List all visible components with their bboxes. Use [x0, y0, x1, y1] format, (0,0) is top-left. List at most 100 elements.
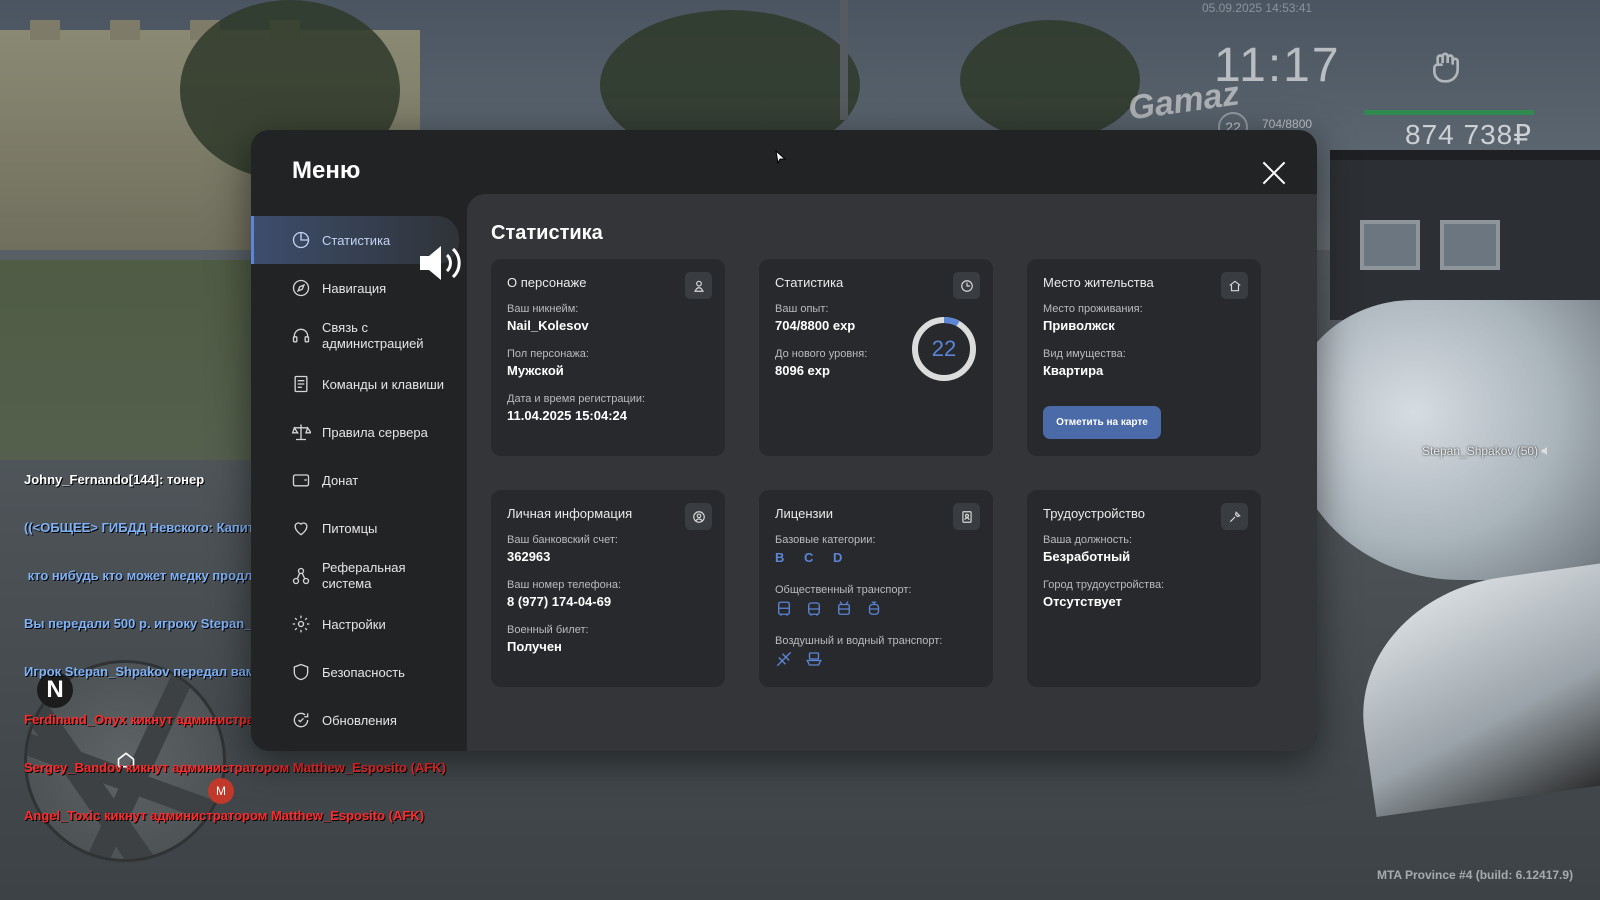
nickname-label: Ваш никнейм:: [507, 303, 579, 315]
sidebar-item-security[interactable]: Безопасность: [251, 648, 467, 696]
residence-place-label: Место проживания:: [1043, 303, 1143, 315]
street-lamp: [840, 0, 848, 120]
fist-weapon-icon: [1426, 48, 1466, 88]
gender-label: Пол персонажа:: [507, 348, 589, 360]
document-icon: [291, 374, 311, 394]
hud-datetime: 05.09.2025 14:53:41: [1202, 1, 1313, 15]
house-icon: [1221, 272, 1248, 299]
level-number: 22: [931, 336, 957, 361]
exp-value: 704/8800 exp: [775, 318, 856, 333]
air-water-transport-label: Воздушный и водный транспорт:: [775, 635, 943, 647]
scales-icon: [291, 422, 313, 442]
card-title: Место жительства: [1043, 275, 1154, 290]
wall-crenel: [30, 20, 60, 40]
menu-title: Меню: [292, 157, 361, 184]
person-icon: [685, 272, 712, 299]
card-licenses: Лицензии Базовые категории: B C D Общест…: [759, 490, 993, 687]
card-employment: Трудоустройство Ваша должность: Безработ…: [1027, 490, 1261, 687]
sidebar-item-admin-contact[interactable]: Связь с администрацией: [251, 312, 467, 360]
military-label: Военный билет:: [507, 624, 589, 636]
phone-value: 8 (977) 174-04-69: [507, 594, 612, 609]
property-type-value: Квартира: [1043, 363, 1104, 378]
menu-modal: Меню Статистика Навигация Связь с админи…: [251, 130, 1317, 751]
base-categories-label: Базовые категории:: [775, 534, 876, 546]
user-circle-icon: [685, 503, 712, 530]
card-title: Статистика: [775, 275, 844, 290]
refresh-icon: [291, 710, 311, 730]
sidebar-item-label: Реферальная система: [322, 560, 406, 591]
bank-account-value: 362963: [507, 549, 551, 564]
chat-line: Sergey_Bandov кикнут администратором Mat…: [24, 760, 446, 775]
house: [1330, 150, 1600, 320]
residence-place-value: Приволжск: [1043, 318, 1115, 333]
card-title: Трудоустройство: [1043, 506, 1146, 521]
registration-value: 11.04.2025 15:04:24: [507, 408, 627, 423]
headset-icon: [291, 326, 311, 346]
card-title: О персонаже: [507, 275, 587, 290]
license-card-icon: [953, 503, 980, 530]
nickname-value: Nail_Kolesov: [507, 318, 589, 333]
sidebar-item-commands[interactable]: Команды и клавиши: [251, 360, 467, 408]
close-button[interactable]: [1259, 158, 1289, 188]
air-water-transport-icons: [775, 650, 823, 668]
card-title: Личная информация: [507, 506, 633, 521]
sidebar-item-label: Питомцы: [322, 520, 378, 536]
sidebar-item-donate[interactable]: Донат: [251, 456, 467, 504]
sidebar-item-label: Донат: [322, 472, 359, 488]
base-categories-value: B C D: [775, 550, 851, 565]
phone-label: Ваш номер телефона:: [507, 579, 622, 591]
registration-label: Дата и время регистрации:: [507, 393, 646, 405]
wallet-icon: [291, 470, 311, 490]
gender-value: Мужской: [507, 363, 564, 378]
card-personal-info: Личная информация Ваш банковский счет: 3…: [491, 490, 725, 687]
sidebar-item-label: Команды и клавиши: [322, 376, 445, 392]
mark-on-map-button[interactable]: Отметить на карте: [1043, 406, 1161, 439]
mouse-cursor-icon: [775, 150, 787, 164]
menu-sidebar: Статистика Навигация Связь с администрац…: [251, 216, 467, 744]
content-title: Статистика: [491, 222, 603, 244]
heart-icon: [291, 518, 311, 538]
sidebar-item-label: Правила сервера: [322, 424, 428, 440]
tools-icon: [1221, 503, 1248, 530]
compass-icon: [291, 278, 311, 298]
boat-icon: [805, 650, 823, 668]
chat-line: Angel_Toxic кикнут администратором Matth…: [24, 808, 425, 823]
property-type-label: Вид имущества:: [1043, 348, 1126, 360]
card-title: Лицензии: [775, 506, 833, 521]
trolleybus-icon: [835, 600, 853, 618]
sidebar-item-updates[interactable]: Обновления: [251, 696, 467, 744]
house-window: [1440, 220, 1500, 270]
tree: [960, 20, 1140, 140]
voice-chat-speaker-icon: [416, 238, 466, 288]
sidebar-item-pets[interactable]: Питомцы: [251, 504, 467, 552]
sidebar-item-label: Навигация: [322, 280, 387, 296]
hud-exp: 704/8800: [1262, 117, 1313, 131]
bank-account-label: Ваш банковский счет:: [507, 534, 618, 546]
public-transport-label: Общественный транспорт:: [775, 584, 912, 596]
clock-chart-icon: [953, 272, 980, 299]
job-city-label: Город трудоустройства:: [1043, 579, 1165, 591]
minibus-icon: [805, 600, 823, 618]
sidebar-item-referral[interactable]: Реферальная система: [251, 552, 467, 600]
sidebar-item-settings[interactable]: Настройки: [251, 600, 467, 648]
referral-icon: [291, 566, 311, 586]
wall-crenel: [110, 20, 140, 40]
position-label: Ваша должность:: [1043, 534, 1133, 546]
gear-icon: [291, 614, 311, 634]
pie-chart-icon: [291, 230, 311, 250]
next-level-value: 8096 exp: [775, 363, 830, 378]
build-info: MTA Province #4 (build: 6.12417.9): [1377, 868, 1574, 882]
job-city-value: Отсутствует: [1043, 594, 1122, 609]
military-value: Получен: [507, 639, 562, 654]
voice-speaker-icon: [1540, 444, 1554, 458]
health-bar: [1364, 110, 1534, 115]
exp-label: Ваш опыт:: [775, 303, 829, 315]
house-window: [1360, 220, 1420, 270]
public-transport-icons: [775, 600, 883, 618]
sidebar-item-rules[interactable]: Правила сервера: [251, 408, 467, 456]
next-level-label: До нового уровня:: [775, 348, 868, 360]
card-stats: Статистика Ваш опыт: 704/8800 exp До нов…: [759, 259, 993, 456]
statistics-panel: Статистика О персонаже Ваш никнейм: Nail…: [467, 194, 1317, 751]
position-value: Безработный: [1043, 549, 1131, 564]
bus-icon: [775, 600, 793, 618]
